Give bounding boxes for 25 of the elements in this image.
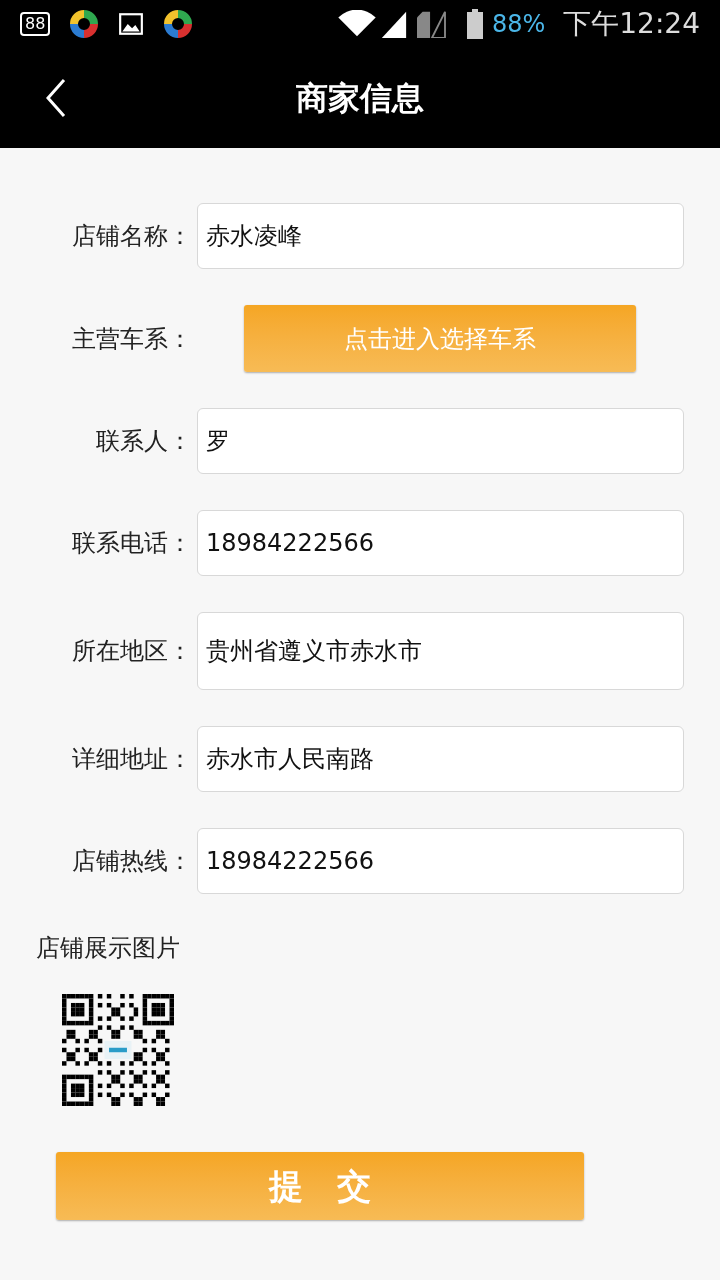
text-field[interactable]: 18984222566 bbox=[197, 510, 684, 576]
app-icon bbox=[68, 8, 101, 40]
battery-icon bbox=[465, 9, 484, 39]
field-label: 店铺热线： bbox=[71, 846, 192, 877]
wifi-icon bbox=[337, 10, 376, 38]
field-label: 联系电话： bbox=[71, 528, 192, 559]
text-field[interactable]: 赤水市人民南路 bbox=[197, 726, 684, 792]
text-field[interactable]: 赤水凌峰 bbox=[197, 203, 684, 269]
signal-icon bbox=[379, 10, 408, 38]
back-icon bbox=[46, 78, 66, 118]
field-label: 详细地址： bbox=[71, 744, 192, 775]
clock: 下午12:24 bbox=[563, 6, 700, 42]
field-label: 店铺名称： bbox=[71, 221, 192, 252]
text-field[interactable]: 18984222566 bbox=[197, 828, 684, 894]
page-title: 商家信息 bbox=[295, 78, 425, 119]
field-label: 主营车系： bbox=[71, 323, 192, 355]
field-label: 所在地区： bbox=[71, 636, 192, 667]
field-label: 联系人： bbox=[95, 426, 192, 457]
text-field[interactable]: 贵州省遵义市赤水市 bbox=[197, 612, 684, 690]
notification-badge: 88 bbox=[20, 12, 51, 36]
text-field[interactable]: 罗 bbox=[197, 408, 684, 474]
battery-percent: 88% bbox=[491, 9, 546, 40]
image-icon bbox=[118, 11, 145, 37]
gallery-title: 店铺展示图片 bbox=[36, 933, 181, 964]
app-icon bbox=[162, 8, 195, 40]
